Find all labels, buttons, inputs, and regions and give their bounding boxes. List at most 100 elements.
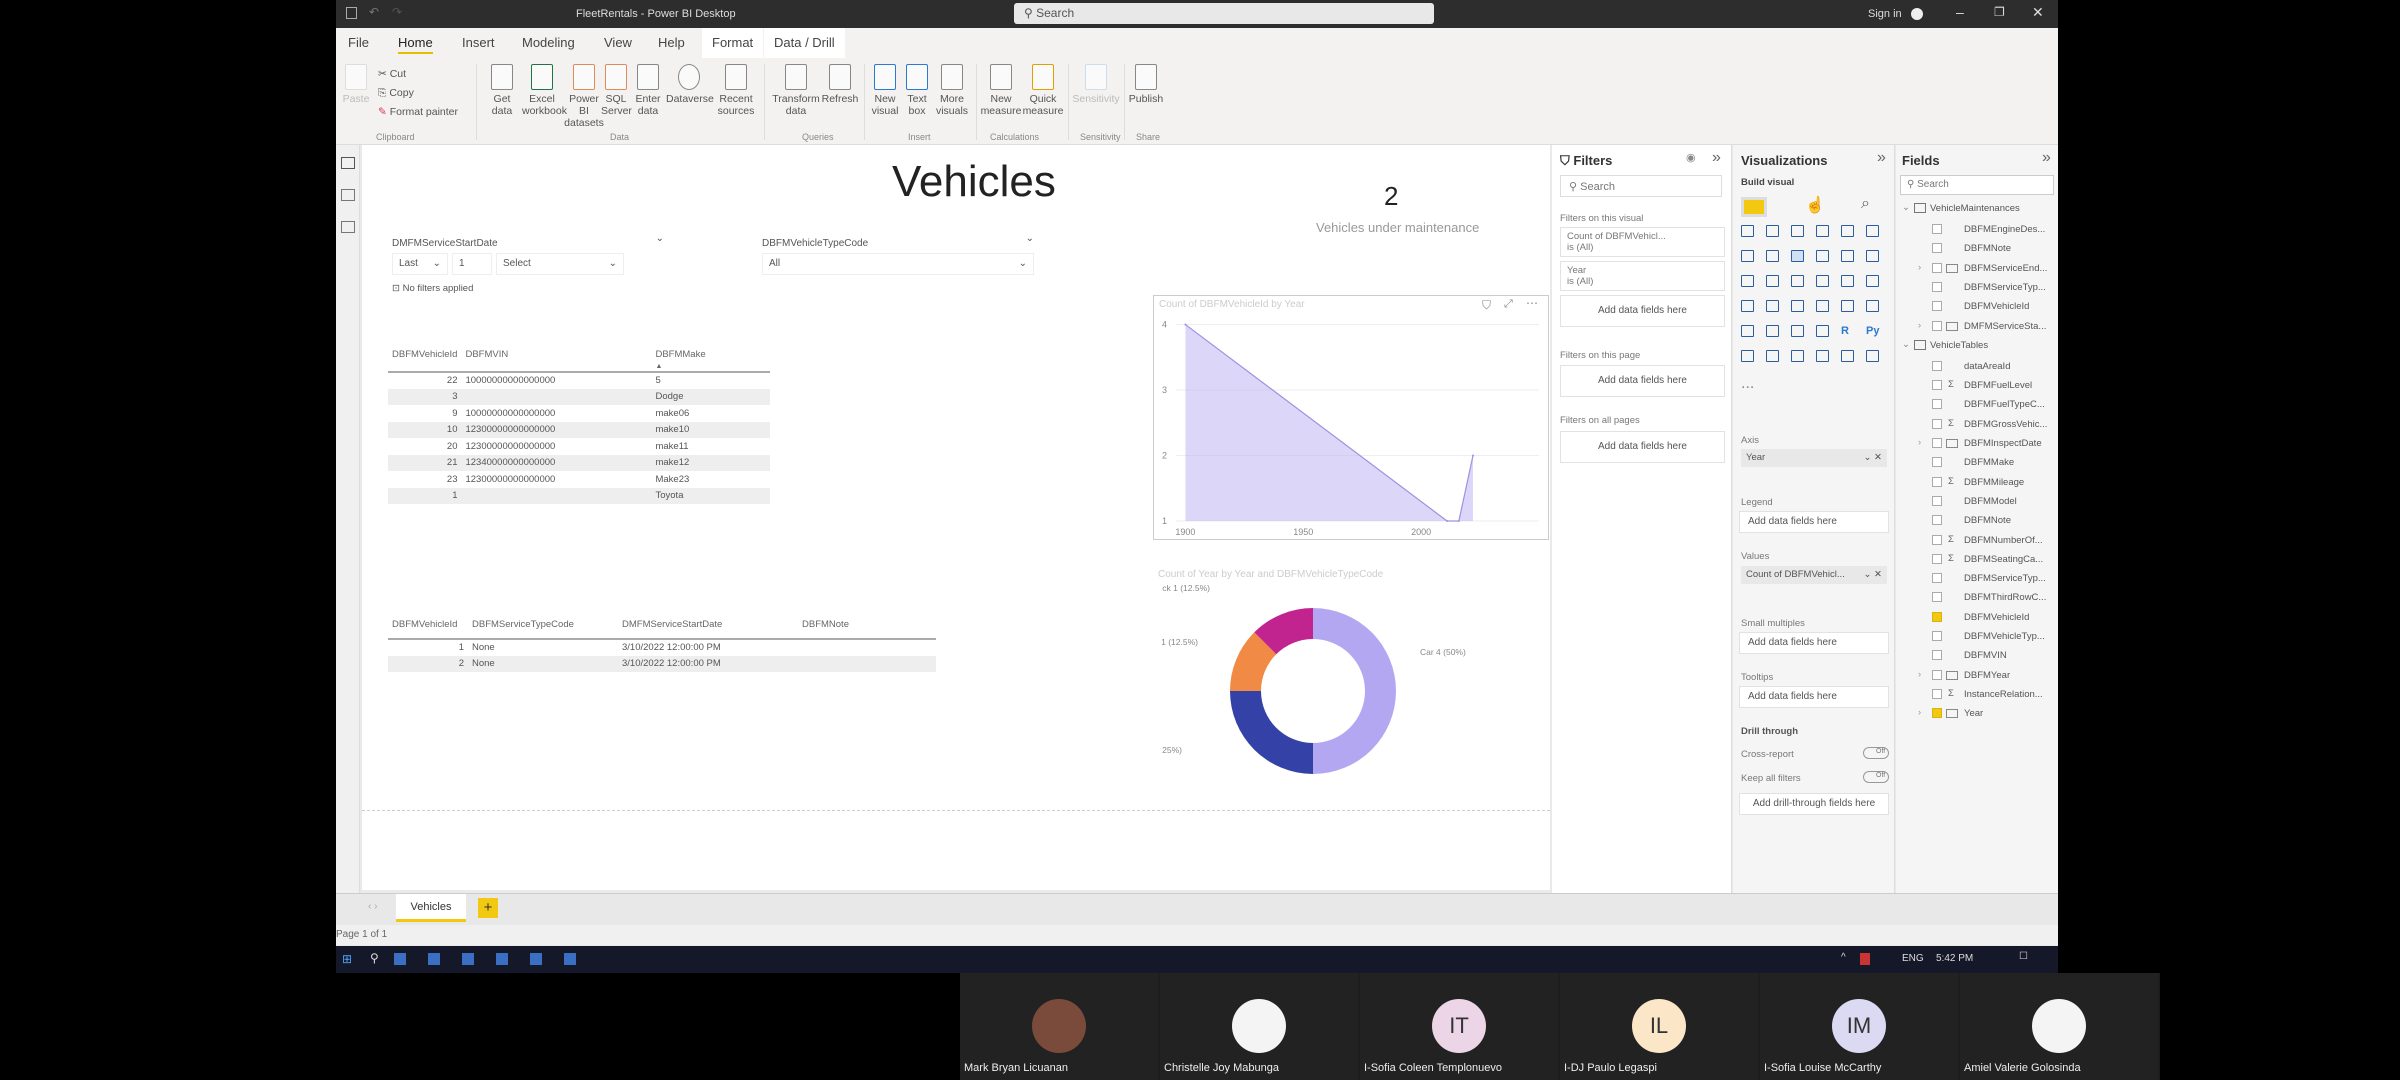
field-item[interactable]: DBFMVIN — [1896, 646, 2058, 667]
tab-data-drill[interactable]: Data / Drill — [764, 28, 845, 58]
power-bi-datasets-button[interactable]: Power BI datasets — [564, 64, 604, 129]
undo-icon[interactable]: ↶ — [369, 5, 379, 19]
participant-tile[interactable]: IL I-DJ Paulo Legaspi — [1560, 973, 1758, 1080]
field-item[interactable]: › DBFMServiceEnd... — [1896, 259, 2058, 280]
format-visual-icon[interactable]: ☝ — [1805, 195, 1825, 215]
field-table[interactable]: ⌄ VehicleTables — [1896, 336, 2058, 357]
build-visual-tab[interactable] — [1741, 197, 1767, 217]
column-header[interactable]: DMFMServiceStartDate — [618, 615, 798, 640]
format-painter-button[interactable]: ✎ Format painter — [378, 106, 458, 118]
page-filter-drop-zone[interactable]: Add data fields here — [1560, 365, 1725, 397]
save-icon[interactable] — [346, 7, 357, 19]
visual-type-icon[interactable] — [1791, 225, 1804, 237]
tab-home[interactable]: Home — [398, 35, 433, 54]
field-checkbox[interactable] — [1932, 476, 1942, 487]
expand-icon[interactable]: › — [1918, 437, 1921, 448]
values-field[interactable]: Count of DBFMVehicl... ⌄ ✕ — [1741, 566, 1887, 584]
table-row[interactable]: 10 12300000000000000 make10 — [388, 421, 770, 438]
paste-button[interactable]: Paste — [336, 64, 376, 105]
table-row[interactable]: 2 None 3/10/2022 12:00:00 PM — [388, 655, 936, 672]
vehicle-type-dropdown[interactable]: All ⌄ — [762, 253, 1034, 275]
start-icon[interactable]: ⊞ — [342, 952, 352, 966]
field-checkbox[interactable] — [1932, 611, 1942, 622]
tray-chevron-icon[interactable]: ^ — [1841, 952, 1846, 963]
add-page-button[interactable]: + — [478, 898, 498, 918]
visual-type-icon[interactable] — [1841, 300, 1854, 312]
visual-type-icon[interactable] — [1741, 325, 1754, 337]
field-checkbox[interactable] — [1932, 515, 1942, 526]
recent-sources-button[interactable]: Recent sources — [714, 64, 758, 117]
field-item[interactable]: Σ DBFMFuelLevel — [1896, 376, 2058, 397]
publish-button[interactable]: Publish — [1126, 64, 1166, 105]
model-view-icon[interactable] — [341, 221, 355, 233]
area-chart-visual[interactable]: Count of DBFMVehicleId by Year ⛉ ⤢ ⋯ 123… — [1153, 295, 1549, 540]
tab-insert[interactable]: Insert — [462, 35, 495, 50]
expand-icon[interactable]: › — [1918, 320, 1921, 331]
column-header[interactable]: DBFMMake ▲ — [651, 345, 770, 373]
field-checkbox[interactable] — [1932, 243, 1942, 254]
field-checkbox[interactable] — [1932, 262, 1942, 273]
visual-type-icon[interactable] — [1766, 250, 1779, 262]
donut-slice[interactable] — [1230, 691, 1313, 774]
visual-type-icon[interactable] — [1841, 225, 1854, 237]
new-visual-button[interactable]: New visual — [868, 64, 902, 117]
remove-icon[interactable]: ⌄ ✕ — [1863, 452, 1882, 463]
visual-type-icon[interactable] — [1866, 225, 1879, 237]
legend-drop-zone[interactable]: Add data fields here — [1739, 511, 1889, 533]
field-checkbox[interactable] — [1932, 553, 1942, 564]
participant-tile[interactable]: IT I-Sofia Coleen Templonuevo — [1360, 973, 1558, 1080]
field-checkbox[interactable] — [1932, 650, 1942, 661]
more-visuals-icon[interactable]: ... — [1741, 375, 1754, 392]
r-visual-icon[interactable]: R — [1841, 325, 1854, 337]
visual-type-icon[interactable] — [1741, 250, 1754, 262]
keep-filters-toggle[interactable]: Off — [1863, 771, 1889, 783]
enter-data-button[interactable]: Enter data — [632, 64, 664, 117]
expand-icon[interactable]: › — [1918, 669, 1921, 680]
language-indicator[interactable]: ENG — [1902, 953, 1924, 964]
visual-type-icon[interactable] — [1816, 250, 1829, 262]
field-item[interactable]: DBFMModel — [1896, 492, 2058, 513]
transform-data-button[interactable]: Transform data — [772, 64, 820, 117]
field-checkbox[interactable] — [1932, 534, 1942, 545]
avatar-icon[interactable] — [1911, 8, 1923, 20]
data-point[interactable] — [1472, 454, 1474, 457]
visual-type-icon[interactable] — [1841, 275, 1854, 287]
table-row[interactable]: 1 Toyota — [388, 487, 770, 504]
field-checkbox[interactable] — [1932, 320, 1942, 331]
field-item[interactable]: DBFMServiceTyp... — [1896, 569, 2058, 590]
cross-report-toggle[interactable]: Off — [1863, 747, 1889, 759]
data-point[interactable] — [1184, 323, 1187, 326]
donut-slice[interactable] — [1313, 608, 1396, 774]
visual-type-icon[interactable] — [1841, 350, 1854, 362]
field-item[interactable]: DBFMNote — [1896, 239, 2058, 260]
visual-type-icon[interactable] — [1766, 225, 1779, 237]
field-checkbox[interactable] — [1932, 301, 1942, 312]
tab-format[interactable]: Format — [702, 28, 764, 58]
tab-view[interactable]: View — [604, 35, 632, 50]
field-item[interactable]: › DBFMInspectDate — [1896, 434, 2058, 455]
field-checkbox[interactable] — [1932, 631, 1942, 641]
sql-server-button[interactable]: SQL Server — [601, 64, 632, 117]
visual-type-icon[interactable] — [1741, 300, 1754, 312]
field-item[interactable]: DBFMVehicleId — [1896, 608, 2058, 629]
field-item[interactable]: Σ DBFMGrossVehic... — [1896, 415, 2058, 436]
report-view-icon[interactable] — [341, 157, 355, 169]
data-point[interactable] — [1446, 520, 1449, 522]
sensitivity-button[interactable]: Sensitivity — [1072, 64, 1120, 105]
field-item[interactable]: DBFMEngineDes... — [1896, 220, 2058, 241]
get-data-button[interactable]: Get data — [482, 64, 522, 117]
filter-card[interactable]: Count of DBFMVehicl... is (All) — [1560, 227, 1725, 257]
page-tab-vehicles[interactable]: Vehicles — [396, 894, 466, 922]
visual-type-icon[interactable] — [1816, 300, 1829, 312]
copy-button[interactable]: ⎘ Copy — [378, 87, 414, 100]
collapse-icon[interactable]: » — [1712, 149, 1721, 167]
field-checkbox[interactable] — [1932, 495, 1942, 506]
field-item[interactable]: › DBFMYear — [1896, 666, 2058, 687]
field-checkbox[interactable] — [1932, 457, 1942, 468]
field-table[interactable]: ⌄ VehicleMaintenances — [1896, 199, 2058, 220]
expand-icon[interactable]: › — [1918, 262, 1921, 273]
visual-type-icon[interactable] — [1866, 350, 1879, 362]
small-multiples-drop-zone[interactable]: Add data fields here — [1739, 632, 1889, 654]
field-checkbox[interactable] — [1932, 418, 1942, 429]
analytics-icon[interactable]: ⌕ — [1861, 195, 1870, 213]
